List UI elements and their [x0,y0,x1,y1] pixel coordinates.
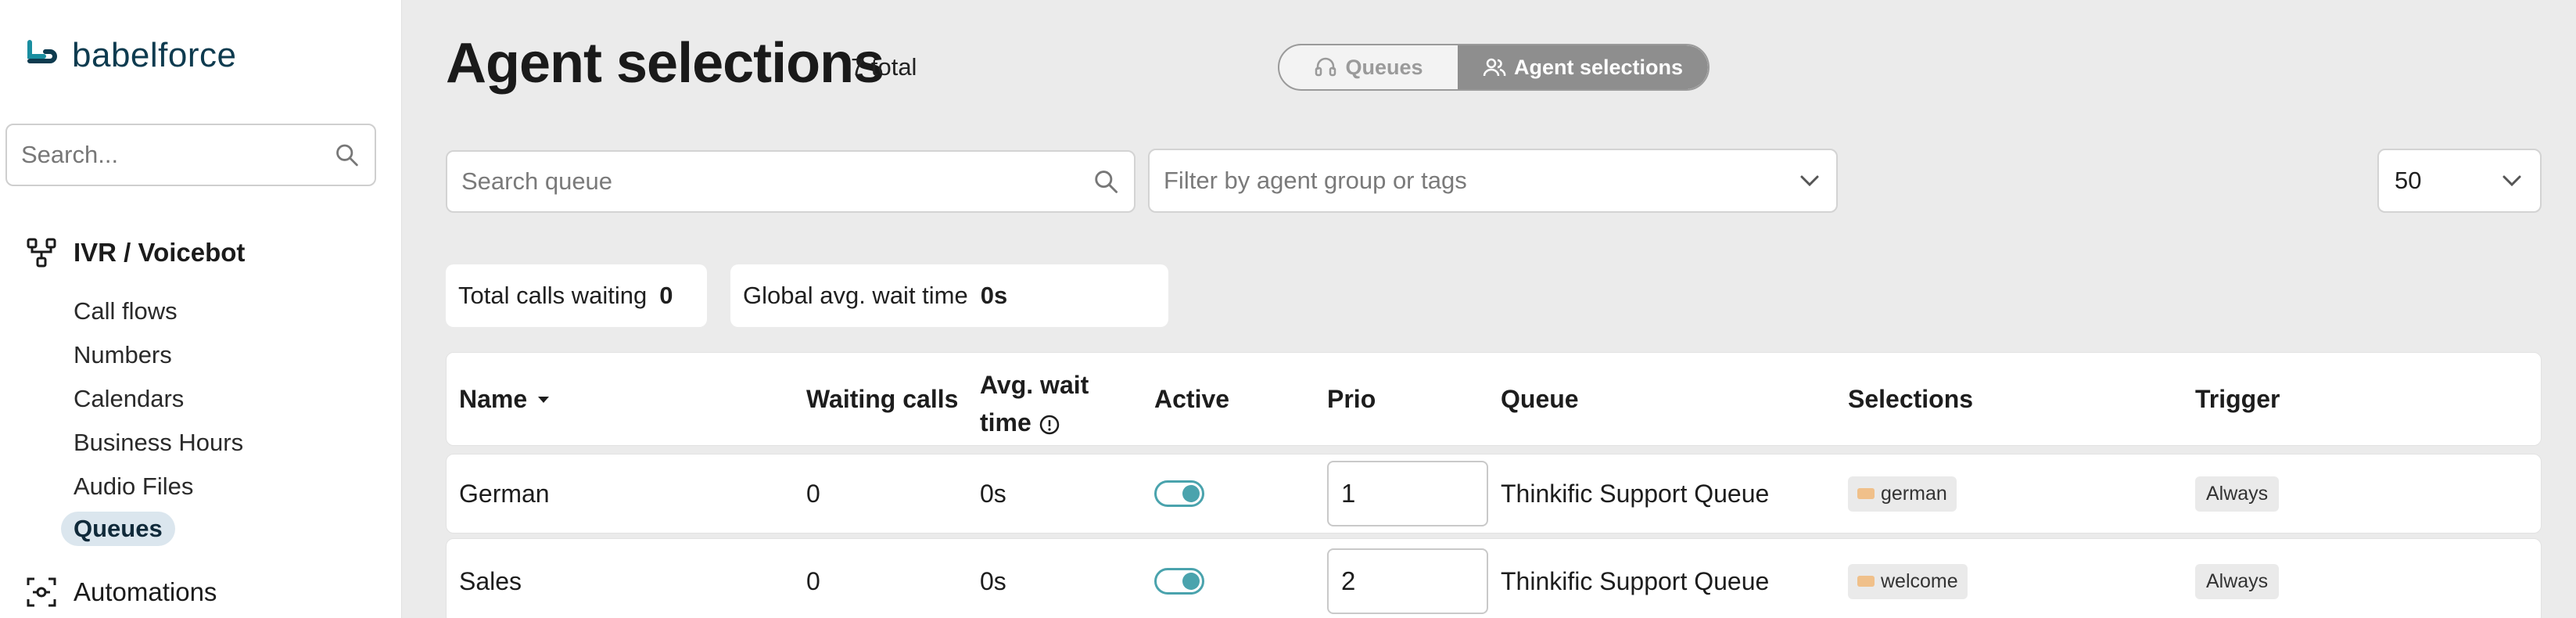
headset-icon [1315,57,1336,77]
toggle-knob [1182,573,1200,590]
prio-input[interactable] [1327,548,1488,614]
sidebar-search[interactable] [5,124,376,186]
row-active-cell [1154,455,1204,533]
tab-queues-label: Queues [1345,55,1423,79]
column-header-active: Active [1154,384,1230,413]
column-header-label: time [980,408,1031,437]
nav-section-automations[interactable]: Automations [25,576,217,609]
column-header-selections: Selections [1848,384,1974,413]
sidebar-search-input[interactable] [21,141,334,169]
column-header-label: Avg. wait [980,371,1089,399]
prio-input[interactable] [1327,461,1488,526]
view-toggle: Queues Agent selections [1278,44,1710,91]
stat-value: 0 [659,282,673,309]
selection-tag: german [1848,476,1957,512]
nav-section-label: IVR / Voicebot [74,238,246,267]
sidebar: babelforce IVR / Voicebot Call flows Num… [0,0,402,618]
flow-icon [27,238,56,268]
table-header: Name Waiting calls Avg. wait time Active… [446,352,2542,446]
queue-search[interactable] [446,150,1136,213]
active-toggle[interactable] [1154,568,1204,595]
sidebar-item-calendars[interactable]: Calendars [74,385,184,413]
column-header-prio: Prio [1327,384,1376,413]
search-icon[interactable] [1092,167,1120,196]
column-header-trigger: Trigger [2195,384,2280,413]
tag-icon [1857,488,1875,499]
column-header-name[interactable]: Name [459,353,552,445]
info-icon[interactable] [1038,413,1061,437]
stat-global-avg-wait: Global avg. wait time 0s [730,264,1168,327]
row-waiting-calls: 0 [806,566,820,595]
trigger-badge: Always [2195,476,2280,512]
row-queue: Thinkific Support Queue [1501,566,1770,595]
users-icon [1483,58,1506,77]
stat-total-calls-waiting: Total calls waiting 0 [446,264,707,327]
column-header-avg-wait: Avg. wait time [980,353,1089,445]
agent-group-filter-placeholder: Filter by agent group or tags [1164,167,1467,194]
babelforce-logo-icon [27,40,57,63]
row-trigger-cell: Always [2195,455,2280,533]
sidebar-item-business-hours[interactable]: Business Hours [74,429,243,457]
agent-group-filter[interactable]: Filter by agent group or tags [1148,149,1838,213]
column-header-label: Name [459,384,528,413]
total-count: 7 total [851,53,917,81]
sort-down-icon[interactable] [535,390,552,408]
selection-tag-label: german [1881,482,1947,505]
stat-label: Total calls waiting [458,282,648,309]
column-header-waiting-calls: Waiting calls [806,384,959,413]
search-icon[interactable] [333,140,361,170]
row-prio-cell [1327,539,1488,618]
table-row[interactable]: German 0 0s Thinkific Support Queue germ… [446,454,2542,534]
row-name: Sales [459,566,522,595]
row-avg-wait: 0s [980,479,1006,508]
sidebar-item-audio-files[interactable]: Audio Files [74,472,193,501]
tag-icon [1857,576,1875,587]
stat-value: 0s [980,282,1008,309]
row-prio-cell [1327,455,1488,533]
automation-icon [27,577,56,607]
brand-name: babelforce [72,36,237,74]
column-header-queue: Queue [1501,384,1579,413]
row-selections-cell: welcome [1848,539,1968,618]
sidebar-item-queues[interactable]: Queues [61,512,175,546]
row-selections-cell: german [1848,455,1957,533]
toggle-knob [1182,485,1200,502]
per-page-value: 50 [2395,167,2422,194]
row-active-cell [1154,539,1204,618]
per-page-select[interactable]: 50 [2377,149,2542,213]
sidebar-item-call-flows[interactable]: Call flows [74,297,178,325]
sidebar-item-numbers[interactable]: Numbers [74,341,172,369]
stat-label: Global avg. wait time [743,282,968,309]
row-waiting-calls: 0 [806,479,820,508]
table-row[interactable]: Sales 0 0s Thinkific Support Queue welco… [446,538,2542,618]
queue-search-input[interactable] [461,167,1092,196]
page-title: Agent selections [446,32,884,95]
chevron-down-icon [1800,175,1819,187]
nav-section-ivr[interactable]: IVR / Voicebot [25,236,245,269]
trigger-badge: Always [2195,563,2280,599]
chevron-down-icon [2502,175,2521,187]
row-queue: Thinkific Support Queue [1501,479,1770,508]
selection-tag-label: welcome [1881,569,1958,592]
row-trigger-cell: Always [2195,539,2280,618]
selection-tag: welcome [1848,563,1968,599]
tab-queues[interactable]: Queues [1279,45,1458,89]
nav-section-label: Automations [74,577,217,606]
row-avg-wait: 0s [980,566,1006,595]
brand-logo[interactable]: babelforce [25,36,236,75]
active-toggle[interactable] [1154,480,1204,507]
tab-agent-selections-label: Agent selections [1513,55,1684,79]
row-name: German [459,479,550,508]
tab-agent-selections[interactable]: Agent selections [1458,45,1708,89]
